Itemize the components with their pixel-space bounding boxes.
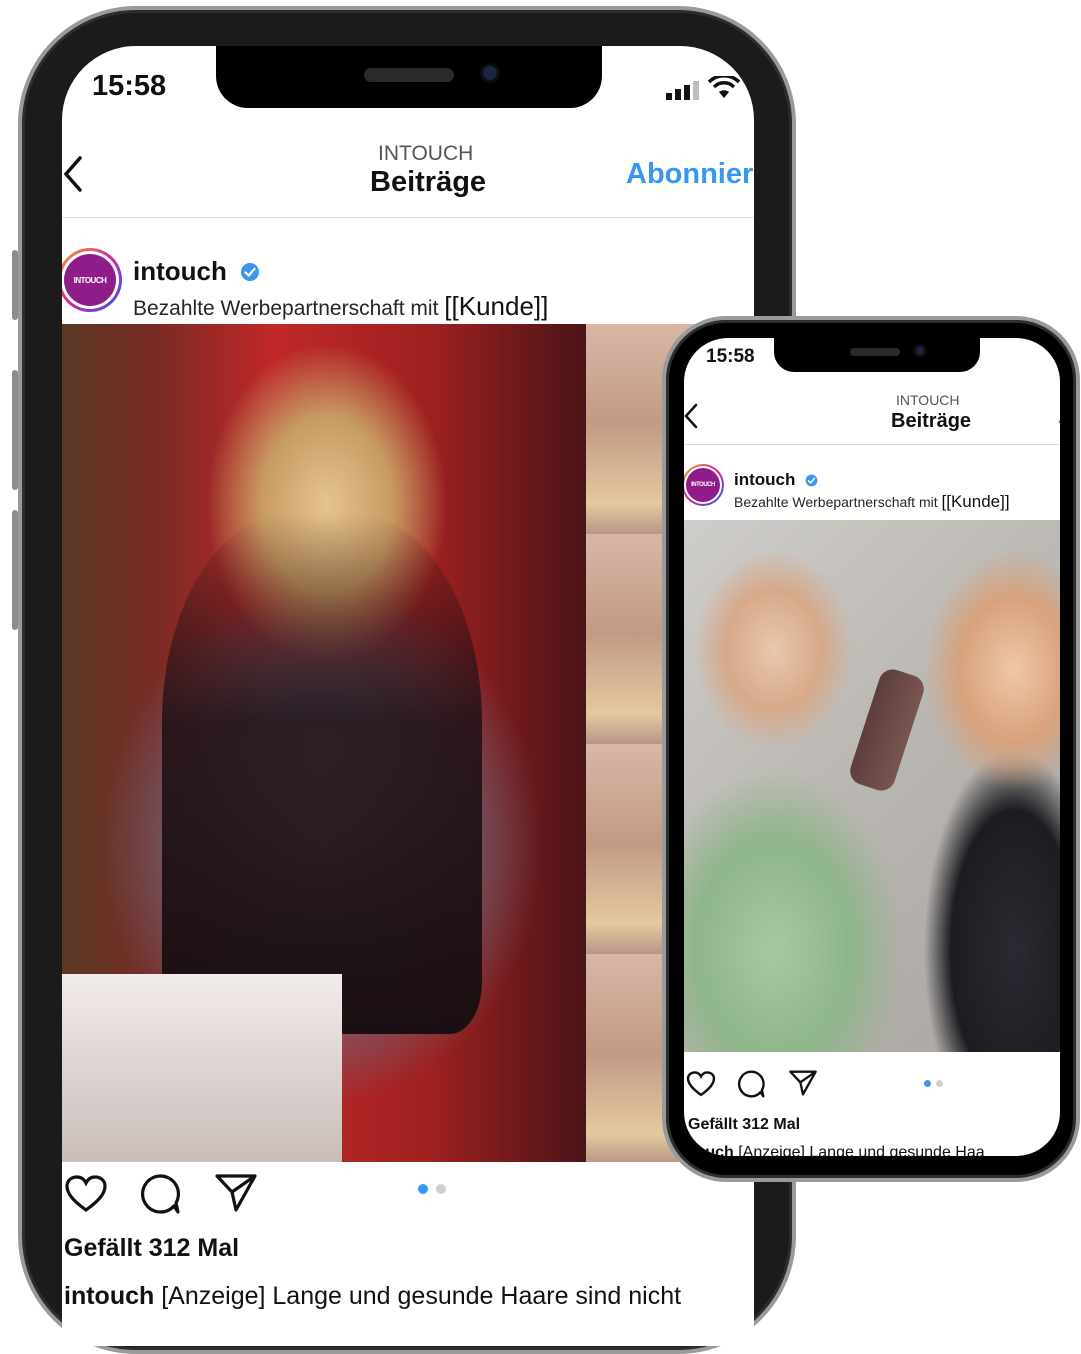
partnership-label: Bezahlte Werbepartnerschaft mit — [133, 297, 439, 320]
carousel-dot — [936, 1080, 943, 1087]
heart-icon[interactable] — [686, 1070, 716, 1098]
speaker — [364, 68, 454, 82]
follow-button[interactable]: A — [1058, 406, 1060, 429]
partnership-label: Bezahlte Werbepartnerschaft mit — [734, 494, 938, 510]
side-button — [12, 250, 18, 320]
avatar-logo: INTOUCH — [64, 254, 116, 306]
speaker — [850, 348, 900, 356]
screen-large: 15:58 INTOUCH Beiträge Abonnier INTOUCH … — [62, 46, 754, 1346]
status-time: 15:58 — [706, 346, 755, 367]
post-subtitle: Bezahlte Werbepartnerschaft mit [[Kunde]… — [133, 291, 548, 322]
carousel-dot — [436, 1184, 446, 1194]
signal-icon — [666, 81, 699, 100]
comment-icon[interactable] — [736, 1069, 766, 1099]
post-username[interactable]: intouch — [133, 256, 227, 287]
side-button — [12, 510, 18, 630]
page-title: Beiträge — [891, 410, 972, 432]
client-placeholder[interactable]: [[Kunde]] — [444, 291, 548, 321]
caption-username[interactable]: intouch — [64, 1282, 154, 1310]
avatar-logo: INTOUCH — [686, 468, 720, 502]
post-username[interactable]: intouch — [734, 470, 795, 490]
like-count[interactable]: Gefällt 312 Mal — [64, 1234, 239, 1263]
like-count[interactable]: Gefällt 312 Mal — [688, 1116, 800, 1134]
caption-username[interactable]: intouch — [684, 1144, 734, 1156]
page-title: Beiträge — [370, 166, 487, 198]
heart-icon[interactable] — [64, 1174, 108, 1214]
share-icon[interactable] — [214, 1172, 258, 1214]
verified-badge-icon — [805, 474, 818, 487]
verified-badge-icon — [241, 263, 259, 281]
share-icon[interactable] — [788, 1069, 818, 1097]
nav-section-label: INTOUCH — [378, 142, 474, 165]
comment-icon[interactable] — [138, 1172, 182, 1216]
client-placeholder[interactable]: [[Kunde]] — [942, 492, 1010, 511]
post-image[interactable] — [684, 520, 1060, 1052]
carousel-dot-active — [924, 1080, 931, 1087]
side-button — [12, 370, 18, 490]
wifi-icon — [708, 76, 740, 98]
front-camera — [483, 66, 497, 80]
caption-text: [Anzeige] Lange und gesunde Haa — [738, 1144, 985, 1156]
divider — [684, 444, 1060, 445]
post-subtitle: Bezahlte Werbepartnerschaft mit [[Kunde]… — [734, 492, 1010, 512]
follow-button[interactable]: Abonnier — [626, 158, 753, 191]
nav-section-label: INTOUCH — [896, 392, 960, 408]
divider — [62, 217, 754, 218]
back-chevron-icon[interactable] — [62, 154, 86, 194]
screen-small: 15:58 INTOUCH Beiträge A INTOUCH intouch… — [684, 338, 1060, 1156]
carousel-dot-active — [418, 1184, 428, 1194]
caption-text: [Anzeige] Lange und gesunde Haare sind n… — [161, 1282, 682, 1310]
back-chevron-icon[interactable] — [684, 402, 700, 430]
status-time: 15:58 — [92, 70, 167, 102]
front-camera — [916, 347, 924, 355]
caption: intouch [Anzeige] Lange und gesunde Haa — [684, 1144, 985, 1156]
post-image[interactable] — [62, 324, 588, 1162]
